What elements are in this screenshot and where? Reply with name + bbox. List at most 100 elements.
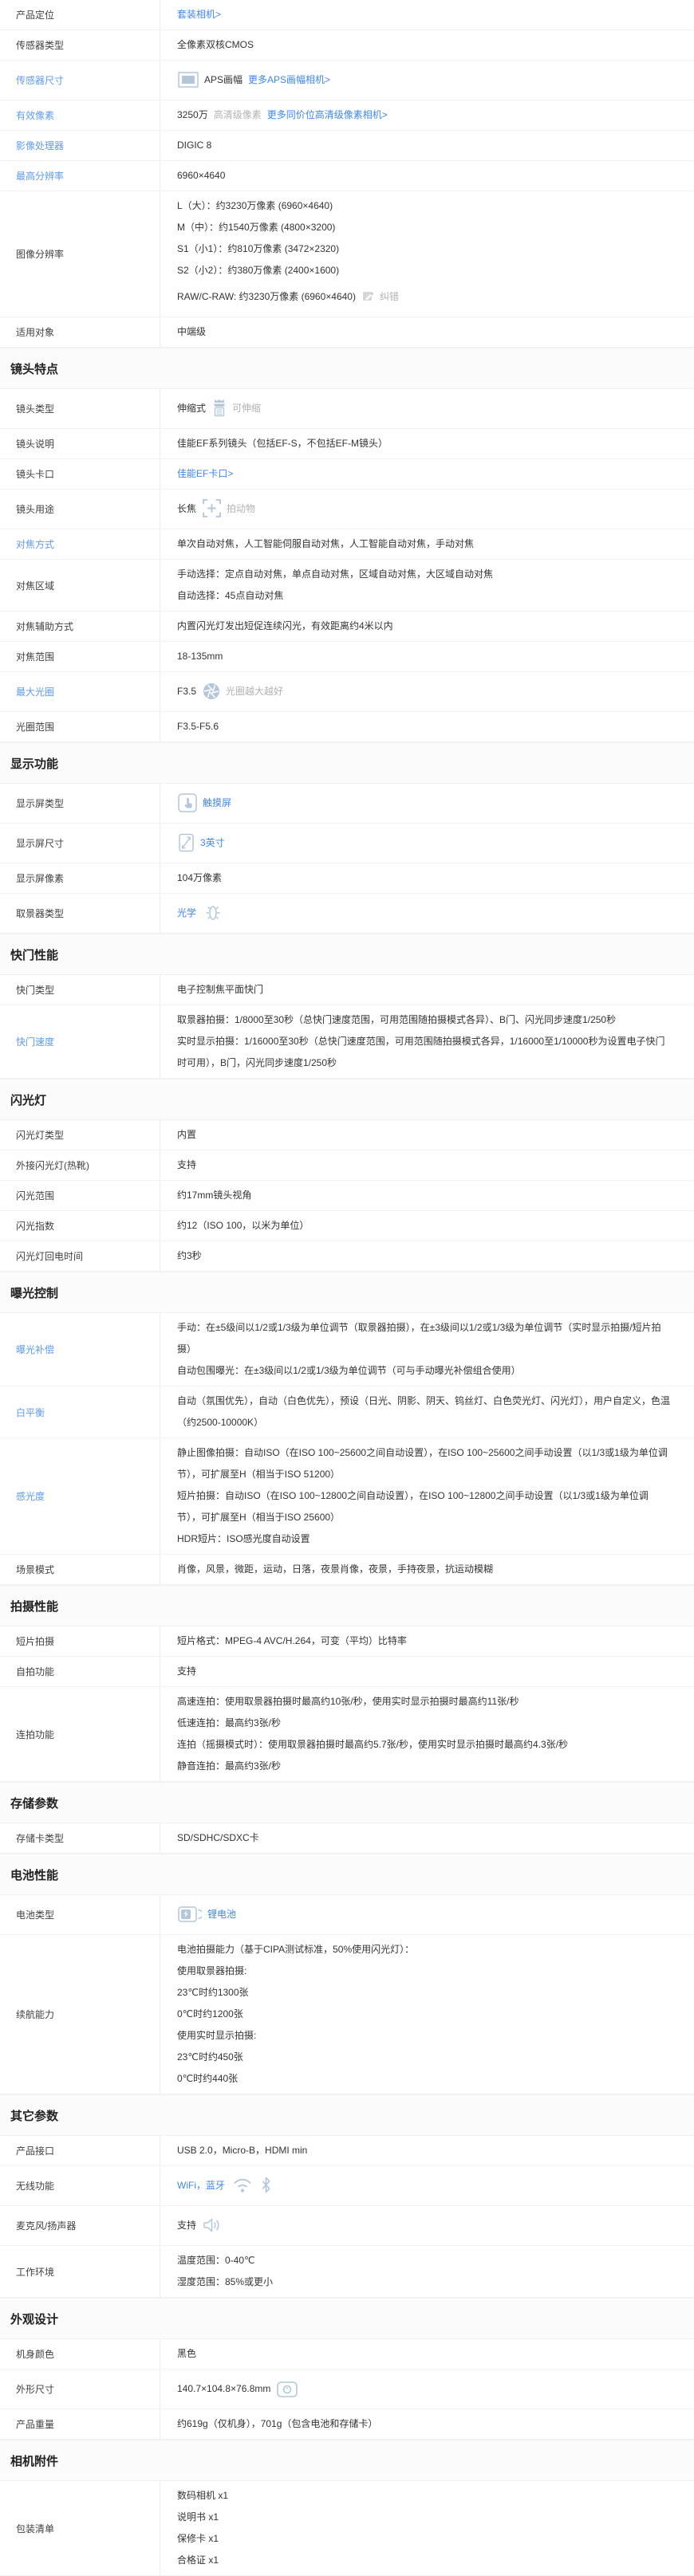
spec-label: 显示屏尺寸 [0,824,160,863]
spec-text: USB 2.0，Micro-B，HDMI min [177,2145,307,2156]
spec-label: 无线功能 [0,2166,160,2205]
spec-row: 产品接口USB 2.0，Micro-B，HDMI min [0,2136,694,2166]
spec-label: 镜头用途 [0,490,160,529]
spec-text: 23℃时约450张 [177,2051,243,2063]
spec-row: 白平衡自动（氛围优先），自动（白色优先），预设（日光、阴影、阴天、钨丝灯、白色荧… [0,1386,694,1438]
spec-label: 工作环境 [0,2246,160,2297]
spec-text: 6960×4640 [177,170,225,181]
spec-value: 肖像，风景，微距，运动，日落，夜景肖像，夜景，手持夜景，抗运动模糊 [160,1555,694,1584]
screen-icon [178,833,195,852]
spec-text: 0℃时约440张 [177,2073,238,2084]
section-title: 镜头特点 [0,348,694,389]
spec-label: 有效像素 [0,100,160,130]
spec-label: 取景器类型 [0,894,160,933]
spec-text: 支持 [177,1666,196,1677]
spec-label: 产品定位 [0,0,160,29]
spec-label: 产品重量 [0,2409,160,2439]
spec-text: M（中）：约1540万像素 (4800×3200) [177,222,335,233]
section-title: 相机附件 [0,2440,694,2481]
spec-text: 单次自动对焦，人工智能伺服自动对焦，人工智能自动对焦，手动对焦 [177,538,474,549]
spec-value: 光学 [160,894,694,933]
spec-link[interactable]: 触摸屏 [203,797,231,808]
section-title: 快门性能 [0,934,694,975]
spec-value: 3250万高清级像素更多同价位高清级像素相机> [160,100,694,130]
spec-row: 无线功能 WiFi，蓝牙 [0,2166,694,2206]
spec-text: 约3秒 [177,1250,202,1261]
spec-row: 光圈范围F3.5-F5.6 [0,712,694,742]
spec-text: RAW/C-RAW: 约3230万像素 (6960×4640) [177,291,356,302]
spec-text: DIGIC 8 [177,140,211,151]
spec-text: 约17mm镜头视角 [177,1190,251,1201]
spec-value: 手动选择：定点自动对焦，单点自动对焦，区域自动对焦，大区域自动对焦自动选择：45… [160,560,694,611]
edit-icon [362,290,374,302]
wifi-icon [231,2176,254,2194]
spec-link[interactable]: 套装相机> [177,9,221,20]
speaker-icon [203,2216,222,2234]
section-title: 外观设计 [0,2298,694,2339]
spec-text: 肖像，风景，微距，运动，日落，夜景肖像，夜景，手持夜景，抗运动模糊 [177,1563,493,1575]
spec-row: 快门速度 取景器拍摄：1/8000至30秒（总快门速度范围，可用范围随拍摄模式各异… [0,1005,694,1079]
spec-row: 显示屏类型 触摸屏 [0,784,694,824]
spec-value: 约12（ISO 100，以米为单位） [160,1211,694,1241]
spec-row: 外接闪光灯(热靴)支持 [0,1150,694,1181]
spec-text: 短片格式：MPEG-4 AVC/H.264，可变（平均）比特率 [177,1635,407,1646]
spec-link[interactable]: 更多APS画幅相机> [248,74,330,85]
spec-value: 约17mm镜头视角 [160,1181,694,1210]
spec-text: 短片拍摄：自动ISO（在ISO 100~12800之间自动设置），在ISO 10… [177,1490,649,1523]
spec-row: 对焦区域手动选择：定点自动对焦，单点自动对焦，区域自动对焦，大区域自动对焦自动选… [0,560,694,612]
spec-row: 传感器类型全像素双核CMOS [0,30,694,61]
aperture-icon [203,682,220,700]
spec-value: 全像素双核CMOS [160,30,694,60]
touch-icon [178,793,197,812]
spec-text: L（大）：约3230万像素 (6960×4640) [177,200,333,211]
spec-row: 闪光指数约12（ISO 100，以米为单位） [0,1211,694,1241]
spec-text: 取景器拍摄：1/8000至30秒（总快门速度范围，可用范围随拍摄模式各异）、B门… [177,1014,616,1025]
spec-link[interactable]: 光学 [177,907,196,918]
spec-label: 适用对象 [0,317,160,347]
spec-label: 场景模式 [0,1555,160,1584]
spec-value: 6960×4640 [160,161,694,191]
spec-label: 闪光灯类型 [0,1120,160,1150]
spec-text: 内置 [177,1129,196,1140]
spec-value: 3英寸 [160,824,694,863]
spec-text: F3.5 [177,686,196,697]
spec-value: 104万像素 [160,863,694,893]
spec-text: 自动包围曝光：在±3级间以1/2或1/3级为单位调节（可与手动曝光补偿组合使用） [177,1365,521,1376]
spec-link[interactable]: 更多同价位高清级像素相机> [267,109,388,120]
spec-link[interactable]: 锂电池 [207,1909,236,1920]
spec-link[interactable]: 佳能EF卡口> [177,468,233,479]
spec-label: 最高分辨率 [0,161,160,191]
spec-text: 伸缩式 [177,403,206,414]
spec-value: 支持 [160,1657,694,1686]
spec-text: 连拍（摇摄模式时）：使用取景器拍摄时最高约5.7张/秒，使用实时显示拍摄时最高约… [177,1739,568,1750]
spec-label: 镜头说明 [0,429,160,458]
spec-label: 影像处理器 [0,131,160,160]
spec-text: 手动选择：定点自动对焦，单点自动对焦，区域自动对焦，大区域自动对焦 [177,568,493,580]
spec-value: 内置 [160,1120,694,1150]
spec-row: 镜头说明佳能EF系列镜头（包括EF-S，不包括EF-M镜头） [0,429,694,459]
spec-text: 支持 [177,1159,196,1170]
spec-label: 快门速度 [0,1005,160,1078]
spec-hint: 拍动物 [227,503,255,514]
spec-label: 麦克风/扬声器 [0,2206,160,2245]
spec-value: 锂电池 [160,1895,694,1934]
spec-hint: 纠错 [380,291,399,302]
spec-row: 外形尺寸140.7×104.8×76.8mm [0,2370,694,2409]
sensor-icon [178,72,199,88]
lens-icon [212,399,227,417]
spec-link[interactable]: 3英寸 [200,837,225,848]
spec-value: 长焦拍动物 [160,490,694,529]
spec-label: 对焦范围 [0,642,160,671]
viewfinder-icon [203,903,223,922]
spec-value: 自动（氛围优先），自动（白色优先），预设（日光、阴影、阴天、钨丝灯、白色荧光灯、… [160,1386,694,1437]
spec-row: 快门类型电子控制焦平面快门 [0,975,694,1005]
battery-icon [178,1905,202,1924]
spec-text: 全像素双核CMOS [177,39,254,50]
spec-text: 使用取景器拍摄: [177,1965,246,1976]
spec-value: APS画幅更多APS画幅相机> [160,61,694,100]
spec-text: SD/SDHC/SDXC卡 [177,1832,259,1843]
spec-link[interactable]: WiFi，蓝牙 [177,2180,225,2191]
section-title: 拍摄性能 [0,1585,694,1626]
spec-label: 闪光范围 [0,1181,160,1210]
spec-label: 显示屏类型 [0,784,160,823]
